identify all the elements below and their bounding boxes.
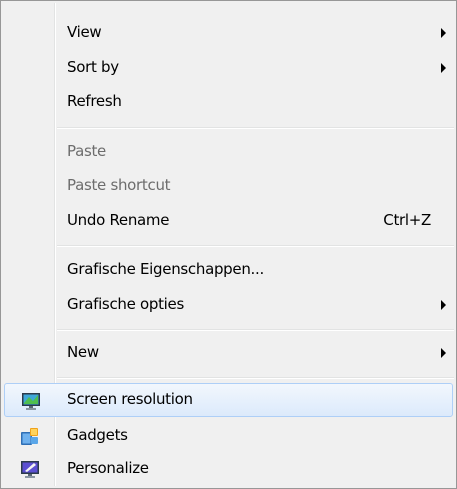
menu-item-new[interactable]: New xyxy=(4,336,453,370)
menu-item-label: Sort by xyxy=(67,58,119,76)
menu-item-label: View xyxy=(67,23,102,41)
menu-item-label: Gadgets xyxy=(67,426,128,444)
menu-item-paste[interactable]: Paste xyxy=(4,135,453,169)
menu-item-view[interactable]: View xyxy=(4,16,453,50)
menu-item-label: New xyxy=(67,343,99,361)
menu-item-label: Paste xyxy=(67,142,106,160)
menu-item-paste-shortcut[interactable]: Paste shortcut xyxy=(4,169,453,203)
submenu-arrow-icon xyxy=(441,300,446,310)
menu-item-personalize[interactable]: Personalize xyxy=(4,452,453,486)
menu-item-screen-resolution[interactable]: Screen resolution xyxy=(4,383,453,417)
submenu-arrow-icon xyxy=(441,348,446,358)
submenu-arrow-icon xyxy=(441,28,446,38)
menu-separator xyxy=(57,329,454,331)
gadgets-icon xyxy=(21,428,38,445)
menu-item-label: Paste shortcut xyxy=(67,176,171,194)
menu-item-sort-by[interactable]: Sort by xyxy=(4,51,453,85)
menu-item-label: Undo Rename xyxy=(67,211,170,229)
menu-item-label: Grafische Eigenschappen... xyxy=(67,260,264,278)
desktop-context-menu: View Sort by Refresh Paste Paste shortcu… xyxy=(0,0,457,489)
menu-item-label: Refresh xyxy=(67,92,122,110)
menu-item-label: Screen resolution xyxy=(67,390,193,408)
menu-separator xyxy=(57,127,454,129)
menu-item-refresh[interactable]: Refresh xyxy=(4,85,453,119)
submenu-arrow-icon xyxy=(441,63,446,73)
menu-item-grafische-eigenschappen[interactable]: Grafische Eigenschappen... xyxy=(4,253,453,287)
monitor-icon xyxy=(22,393,40,410)
menu-item-undo-rename[interactable]: Undo Rename Ctrl+Z xyxy=(4,204,453,238)
menu-item-grafische-opties[interactable]: Grafische opties xyxy=(4,288,453,322)
menu-item-label: Personalize xyxy=(67,459,149,477)
keyboard-shortcut: Ctrl+Z xyxy=(383,211,431,229)
menu-item-label: Grafische opties xyxy=(67,295,184,313)
menu-separator xyxy=(57,245,454,247)
menu-item-gadgets[interactable]: Gadgets xyxy=(4,419,453,453)
menu-separator xyxy=(57,377,454,379)
personalize-icon xyxy=(21,461,39,478)
